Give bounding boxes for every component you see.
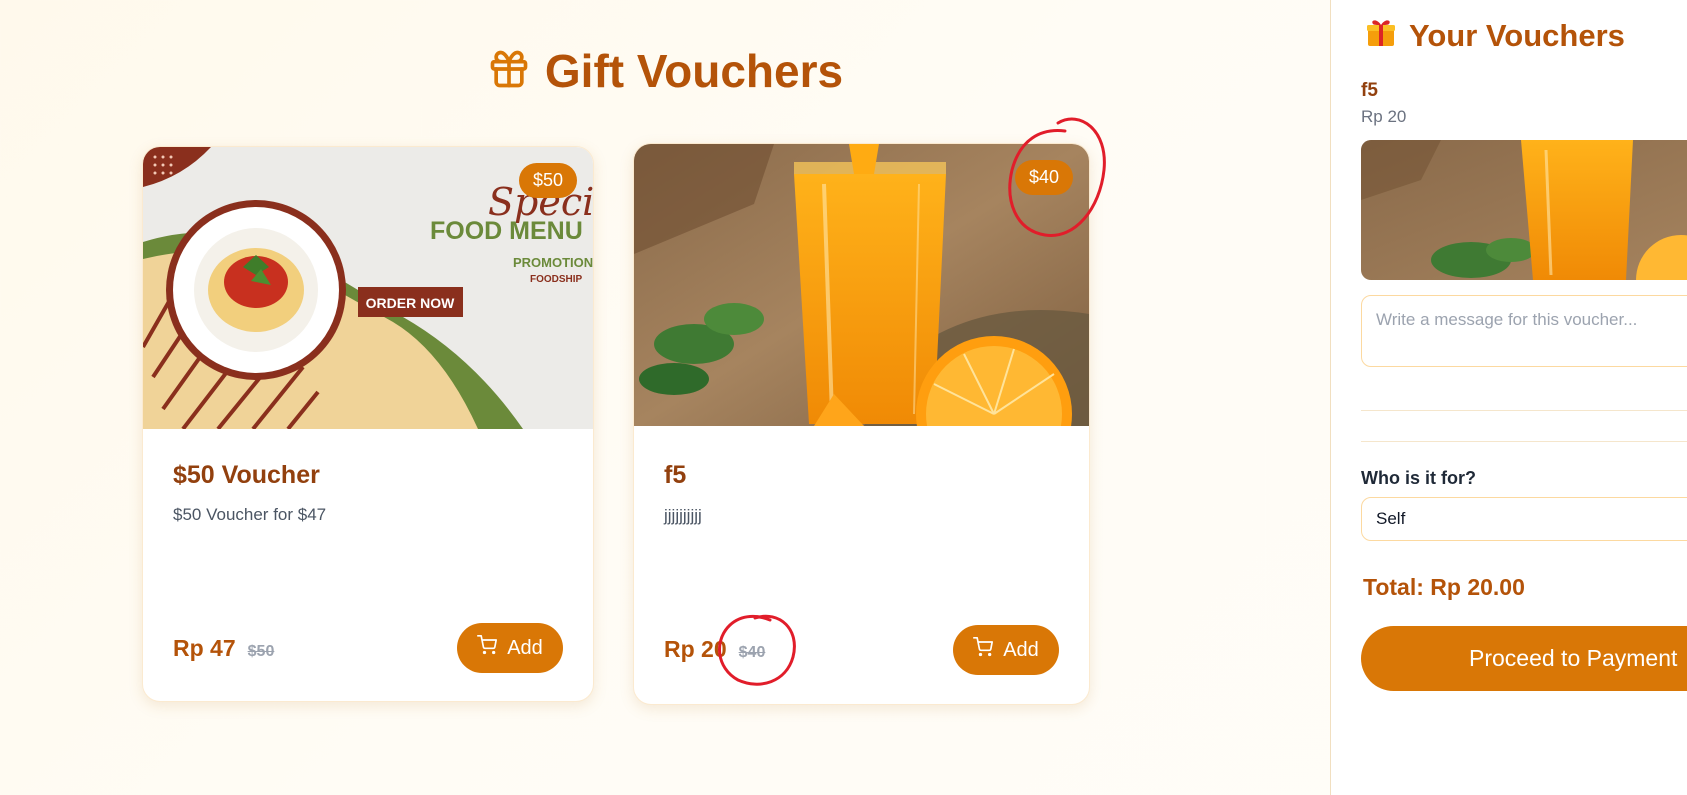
cart-item-price: Rp 20 bbox=[1361, 107, 1407, 126]
gift-icon bbox=[487, 47, 531, 96]
voucher-price: Rp 47 $50 bbox=[173, 635, 274, 662]
voucher-message-input[interactable] bbox=[1361, 295, 1687, 367]
add-button-label: Add bbox=[507, 636, 543, 659]
current-price: Rp 20 bbox=[664, 636, 727, 662]
divider bbox=[1361, 410, 1687, 411]
cart-item-name: f5 bbox=[1361, 80, 1378, 101]
voucher-card[interactable]: $40 f5 jjjjjjjjjj Rp 20 $40 Add bbox=[633, 143, 1090, 705]
current-price: Rp 47 bbox=[173, 635, 236, 661]
voucher-title: f5 bbox=[664, 461, 687, 489]
cart-icon bbox=[973, 637, 994, 663]
original-price: $50 bbox=[247, 643, 275, 660]
image-sub1-text: PROMOTION bbox=[513, 255, 593, 270]
cart-icon bbox=[477, 635, 498, 661]
original-price: $40 bbox=[738, 644, 766, 661]
price-badge: $40 bbox=[1014, 160, 1073, 195]
divider bbox=[1361, 441, 1687, 442]
add-to-cart-button[interactable]: Add bbox=[953, 625, 1059, 675]
proceed-to-payment-button[interactable]: Proceed to Payment bbox=[1361, 626, 1687, 691]
page-title-text: Gift Vouchers bbox=[544, 45, 844, 97]
recipient-label: Who is it for? bbox=[1361, 468, 1476, 488]
voucher-card[interactable]: ORDER NOW Special FOOD MENU PROMOTION FO… bbox=[142, 146, 594, 702]
cart-item-image bbox=[1361, 140, 1687, 280]
main-content: Gift Vouchers ORDER NOW Speci FOOD MENU … bbox=[0, 0, 1330, 795]
voucher-description: jjjjjjjjjj bbox=[664, 506, 702, 525]
price-badge: $50 bbox=[518, 163, 577, 198]
order-total: Total: Rp 20.00 bbox=[1363, 574, 1525, 600]
sidebar-title-text: Your Vouchers bbox=[1409, 18, 1625, 53]
sidebar-title: Your Vouchers bbox=[1365, 16, 1625, 56]
image-headline-text: FOOD MENU bbox=[430, 217, 583, 245]
add-to-cart-button[interactable]: Add bbox=[457, 623, 563, 673]
recipient-select-value: Self bbox=[1376, 509, 1406, 528]
voucher-title: $50 Voucher bbox=[173, 461, 320, 489]
cart-sidebar: Your Vouchers f5 Rp 20 Write a message f… bbox=[1330, 0, 1687, 795]
voucher-price: Rp 20 $40 bbox=[664, 636, 765, 663]
add-button-label: Add bbox=[1003, 638, 1039, 661]
recipient-select[interactable]: Self bbox=[1361, 497, 1687, 541]
image-cta-text: ORDER NOW bbox=[366, 295, 455, 311]
page-title: Gift Vouchers bbox=[0, 44, 1330, 98]
gift-box-icon bbox=[1365, 16, 1397, 56]
image-sub2-text: FOODSHIP bbox=[530, 274, 583, 285]
voucher-description: $50 Voucher for $47 bbox=[173, 505, 327, 524]
